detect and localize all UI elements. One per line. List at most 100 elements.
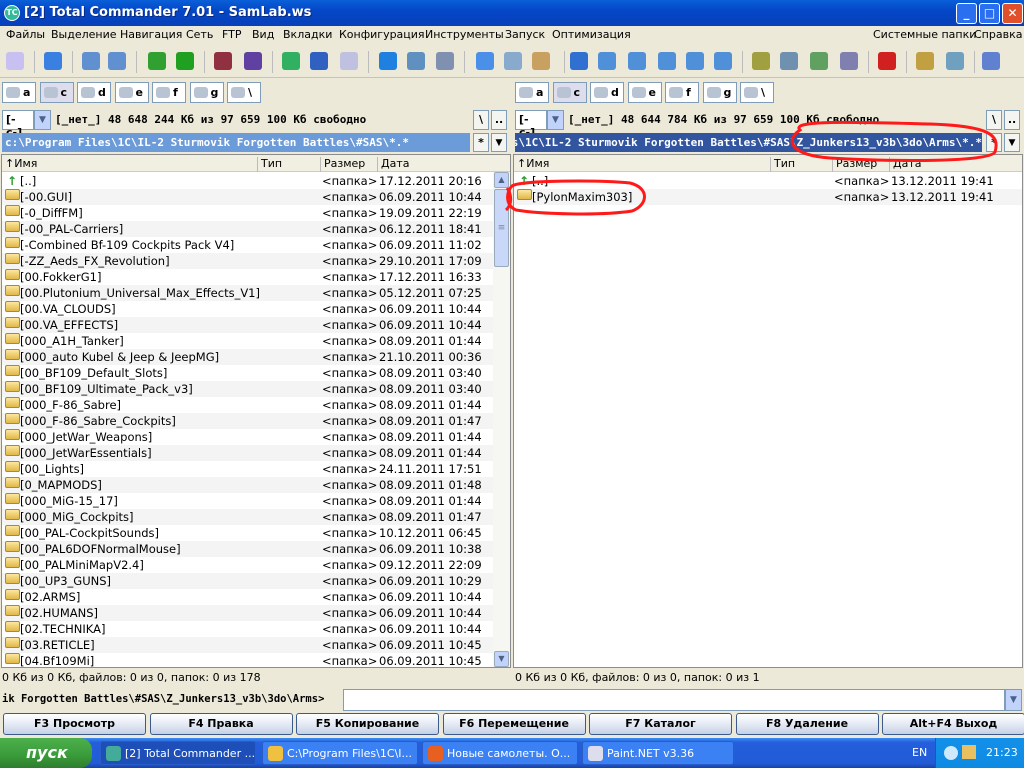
tool-icon[interactable] — [752, 52, 770, 70]
file-row[interactable]: [000_F-86_Sabre_Cockpits] <папка> 08.09.20… — [2, 413, 510, 429]
chevron-down-icon[interactable]: ▼ — [1005, 689, 1022, 711]
right-drive-combo[interactable]: [-c-] — [515, 110, 547, 139]
file-row[interactable]: [000_auto Kubel & Jeep & JeepMG] <папка> 2… — [2, 349, 510, 365]
language-indicator[interactable]: EN — [912, 746, 927, 759]
file-row[interactable]: [00_BF109_Default_Slots] <папка> 08.09.201… — [2, 365, 510, 381]
drive-button-network[interactable]: \ — [227, 82, 261, 103]
file-row[interactable]: [04.Bf109Mi] <папка> 06.09.2011 10:45 — [2, 653, 510, 667]
ie-icon[interactable] — [379, 52, 397, 70]
file-row[interactable]: ↑ [..] <папка> 17.12.2011 20:16 — [2, 173, 510, 189]
tray-expand-icon[interactable] — [944, 746, 958, 760]
task-paintnet[interactable]: Paint.NET v3.36 — [582, 741, 734, 765]
file-row[interactable]: [00.Plutonium_Universal_Max_Effects_V1] <… — [2, 285, 510, 301]
menu-item[interactable]: Файлы — [6, 28, 45, 41]
scroll-thumb[interactable]: ≡ — [494, 189, 509, 267]
delete-icon[interactable] — [878, 52, 896, 70]
file-row[interactable]: [00_PALMiniMapV2.4] <папка> 09.12.2011 22:… — [2, 557, 510, 573]
pc-icon[interactable] — [810, 52, 828, 70]
file-row[interactable]: [000_MiG_Cockpits] <папка> 08.09.2011 01:4… — [2, 509, 510, 525]
folder-tool-icon[interactable] — [916, 52, 934, 70]
notepad-icon[interactable] — [532, 52, 550, 70]
close-button[interactable]: ✕ — [1002, 3, 1023, 24]
fkey-button[interactable]: F7 Каталог — [589, 713, 732, 735]
magnifier-icon[interactable] — [780, 52, 798, 70]
forward-icon[interactable] — [108, 52, 126, 70]
column-name[interactable]: ↑Имя — [514, 157, 549, 172]
file-row[interactable]: [00.FokkerG1] <папка> 17.12.2011 16:33 — [2, 269, 510, 285]
column-size[interactable]: Размер — [320, 157, 365, 172]
lightbulb-icon[interactable] — [6, 52, 24, 70]
menu-item[interactable]: Запуск — [505, 28, 545, 41]
menu-item[interactable]: Сеть — [186, 28, 213, 41]
file-row[interactable]: [02.ARMS] <папка> 06.09.2011 10:44 — [2, 589, 510, 605]
archive-unpack-icon[interactable] — [244, 52, 262, 70]
fkey-button[interactable]: F6 Перемещение — [442, 713, 586, 735]
drive-button-c[interactable]: c — [39, 82, 74, 103]
column-type[interactable]: Тип — [257, 157, 282, 172]
file-row[interactable]: [000_JetWarEssentials] <папка> 08.09.2011 … — [2, 445, 510, 461]
drive-button-e[interactable]: e — [114, 82, 149, 103]
menu-item[interactable]: Навигация — [120, 28, 182, 41]
gear-icon[interactable] — [946, 52, 964, 70]
right-root-button[interactable]: \ — [986, 110, 1002, 130]
file-row[interactable]: [000_JetWar_Weapons] <папка> 08.09.2011 01… — [2, 429, 510, 445]
right-path[interactable]: c:\Program Files\1C\IL-2 Sturmovik Forgo… — [515, 133, 982, 152]
command-input[interactable] — [343, 689, 1005, 711]
brief-view-icon[interactable] — [570, 52, 588, 70]
left-root-button[interactable]: \ — [473, 110, 489, 130]
file-row[interactable]: [03.RETICLE] <папка> 06.09.2011 10:45 — [2, 637, 510, 653]
right-filter-button[interactable]: * — [986, 133, 1002, 152]
drive-button-g[interactable]: g — [189, 82, 224, 103]
left-path[interactable]: c:\Program Files\1C\IL-2 Sturmovik Forgo… — [2, 133, 470, 152]
drive-button-d[interactable]: d — [590, 82, 624, 103]
file-row[interactable]: [-00.GUI] <папка> 06.09.2011 10:44 — [2, 189, 510, 205]
drive-button-d[interactable]: d — [77, 82, 111, 103]
file-row[interactable]: [-ZZ_Aeds_FX_Revolution] <папка> 29.10.201… — [2, 253, 510, 269]
menu-item[interactable]: Справка — [974, 28, 1022, 41]
file-row[interactable]: [02.HUMANS] <папка> 06.09.2011 10:44 — [2, 605, 510, 621]
scroll-down-arrow[interactable]: ▼ — [494, 651, 509, 667]
fkey-button[interactable]: Alt+F4 Выход — [882, 713, 1024, 735]
panel-icon[interactable] — [628, 52, 646, 70]
ftp-icon[interactable] — [436, 52, 454, 70]
drive-button-a[interactable]: a — [515, 82, 549, 103]
drive-button-c[interactable]: c — [552, 82, 587, 103]
chevron-down-icon[interactable]: ▼ — [34, 110, 51, 130]
drive-button-network[interactable]: \ — [740, 82, 774, 103]
task-explorer[interactable]: C:\Program Files\1C\I... — [262, 741, 418, 765]
tray-app-icon[interactable] — [962, 745, 976, 759]
file-row[interactable]: [00_BF109_Ultimate_Pack_v3] <папка> 08.09.… — [2, 381, 510, 397]
file-row[interactable]: [000_MiG-15_17] <папка> 08.09.2011 01:44 — [2, 493, 510, 509]
left-file-panel[interactable]: ↑Имя Тип Размер Дата ↑ [..] <папка> 17.12.2011 … — [1, 154, 511, 668]
menu-item[interactable]: Инструменты — [425, 28, 504, 41]
panel-icon[interactable] — [686, 52, 704, 70]
file-row[interactable]: [00_PAL-CockpitSounds] <папка> 10.12.2011 … — [2, 525, 510, 541]
file-row[interactable]: [000_A1H_Tanker] <папка> 08.09.2011 01:44 — [2, 333, 510, 349]
archive-pack-icon[interactable] — [214, 52, 232, 70]
search-icon[interactable] — [504, 52, 522, 70]
minimize-button[interactable]: _ — [956, 3, 977, 24]
column-size[interactable]: Размер — [832, 157, 877, 172]
right-file-panel[interactable]: ↑Имя Тип Размер Дата ↑ [..] <папка> 13.12.2011 … — [513, 154, 1023, 668]
scroll-up-arrow[interactable]: ▲ — [494, 172, 509, 188]
maximize-button[interactable]: □ — [979, 3, 1000, 24]
drive-button-a[interactable]: a — [2, 82, 36, 103]
drive-button-f[interactable]: f — [152, 82, 186, 103]
right-history-button[interactable]: ▼ — [1004, 133, 1020, 152]
sync-icon[interactable] — [282, 52, 300, 70]
start-button[interactable]: пуск — [0, 738, 92, 768]
file-row[interactable]: [00_UP3_GUNS] <папка> 06.09.2011 10:29 — [2, 573, 510, 589]
column-date[interactable]: Дата — [889, 157, 921, 172]
panel-icon[interactable] — [598, 52, 616, 70]
drive-button-e[interactable]: e — [627, 82, 662, 103]
menu-item[interactable]: Вид — [252, 28, 274, 41]
file-row[interactable]: [-0_DiffFM] <папка> 19.09.2011 22:19 — [2, 205, 510, 221]
file-row[interactable]: [000_F-86_Sabre] <папка> 08.09.2011 01:44 — [2, 397, 510, 413]
file-row[interactable]: [00.VA_EFFECTS] <папка> 06.09.2011 10:44 — [2, 317, 510, 333]
vertical-scrollbar[interactable]: ▲ ≡ ▼ — [493, 172, 510, 667]
cube-icon[interactable] — [176, 52, 194, 70]
task-firefox[interactable]: Новые самолеты. О... — [422, 741, 578, 765]
menu-item[interactable]: Конфигурация — [339, 28, 425, 41]
file-row[interactable]: [0_MAPMODS] <папка> 08.09.2011 01:48 — [2, 477, 510, 493]
globe-icon[interactable] — [982, 52, 1000, 70]
